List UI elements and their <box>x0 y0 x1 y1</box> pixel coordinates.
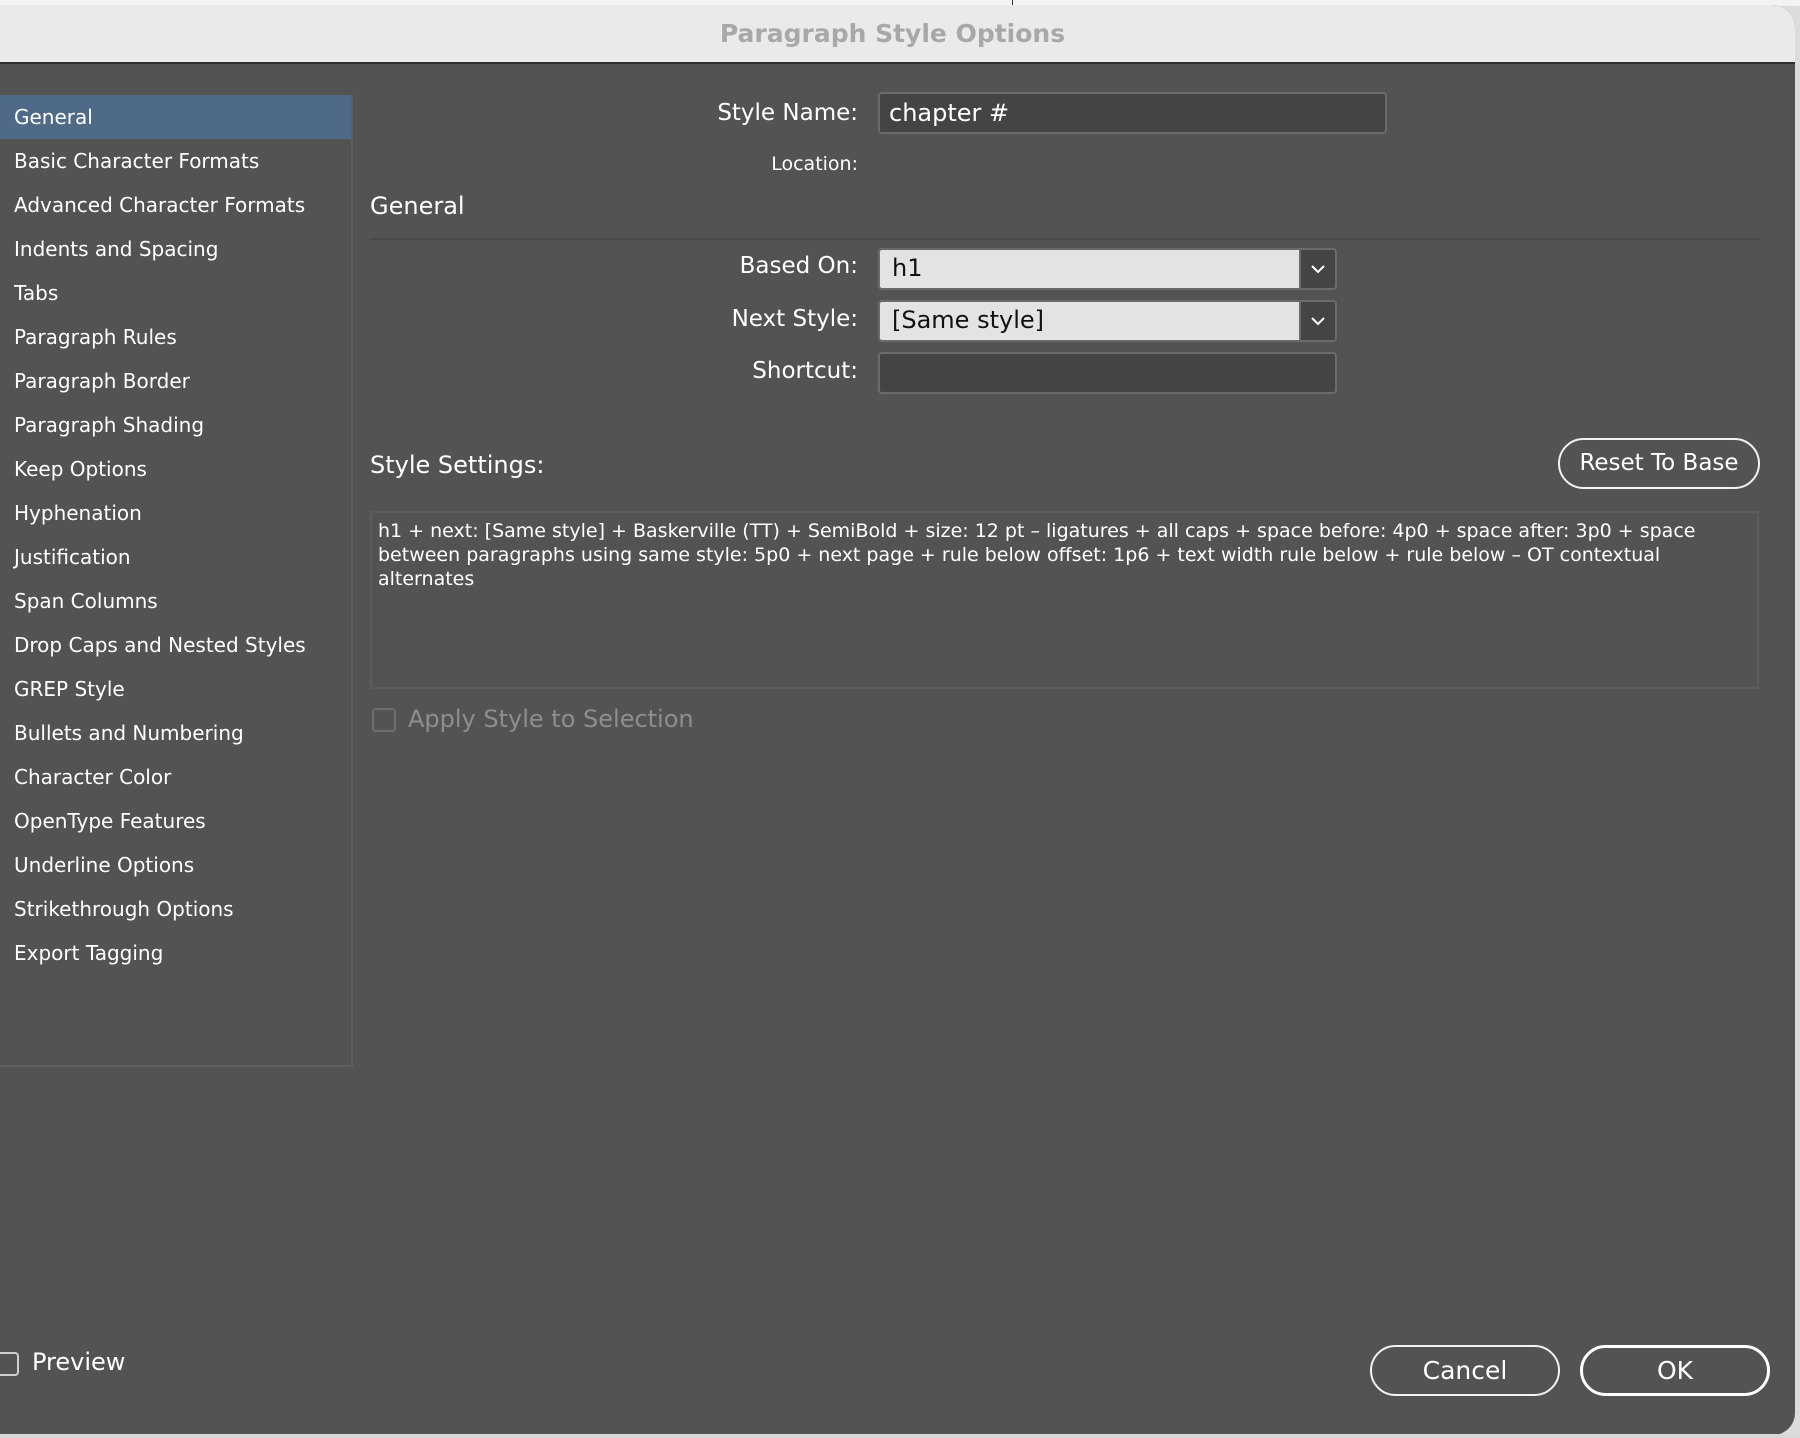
sidebar-item-keep-options[interactable]: Keep Options <box>0 447 351 491</box>
apply-style-label: Apply Style to Selection <box>408 705 694 733</box>
location-label: Location: <box>771 153 858 175</box>
section-divider <box>370 238 1760 240</box>
chevron-down-icon[interactable] <box>1299 250 1335 288</box>
sidebar-item-paragraph-rules[interactable]: Paragraph Rules <box>0 315 351 359</box>
preview-label: Preview <box>32 1348 126 1376</box>
based-on-select[interactable]: h1 <box>878 248 1337 290</box>
sidebar-item-character-color[interactable]: Character Color <box>0 755 351 799</box>
shortcut-input[interactable] <box>878 352 1337 394</box>
sidebar-item-strikethrough-options[interactable]: Strikethrough Options <box>0 887 351 931</box>
sidebar-item-hyphenation[interactable]: Hyphenation <box>0 491 351 535</box>
sidebar-item-tabs[interactable]: Tabs <box>0 271 351 315</box>
sidebar-item-paragraph-border[interactable]: Paragraph Border <box>0 359 351 403</box>
sidebar-item-advanced-character-formats[interactable]: Advanced Character Formats <box>0 183 351 227</box>
sidebar-item-opentype-features[interactable]: OpenType Features <box>0 799 351 843</box>
style-settings-label: Style Settings: <box>370 451 545 479</box>
style-name-label: Style Name: <box>717 100 858 126</box>
next-style-value: [Same style] <box>880 302 1299 340</box>
preview-checkbox[interactable] <box>0 1352 19 1376</box>
cancel-button[interactable]: Cancel <box>1370 1345 1560 1396</box>
sidebar-item-paragraph-shading[interactable]: Paragraph Shading <box>0 403 351 447</box>
sidebar-item-drop-caps-nested-styles[interactable]: Drop Caps and Nested Styles <box>0 623 351 667</box>
next-style-select[interactable]: [Same style] <box>878 300 1337 342</box>
based-on-value: h1 <box>880 250 1299 288</box>
sidebar-item-underline-options[interactable]: Underline Options <box>0 843 351 887</box>
style-settings-text: h1 + next: [Same style] + Baskerville (T… <box>370 511 1759 689</box>
next-style-label: Next Style: <box>731 306 858 332</box>
sidebar-item-basic-character-formats[interactable]: Basic Character Formats <box>0 139 351 183</box>
sidebar-item-justification[interactable]: Justification <box>0 535 351 579</box>
dialog-title: Paragraph Style Options <box>0 5 1795 64</box>
sidebar-item-general[interactable]: General <box>0 95 351 139</box>
sidebar-item-bullets-numbering[interactable]: Bullets and Numbering <box>0 711 351 755</box>
sidebar-item-span-columns[interactable]: Span Columns <box>0 579 351 623</box>
style-name-input[interactable]: chapter # <box>878 92 1387 134</box>
background-strip-bottom <box>0 1434 1800 1438</box>
reset-to-base-button[interactable]: Reset To Base <box>1558 438 1760 489</box>
sidebar-item-export-tagging[interactable]: Export Tagging <box>0 931 351 975</box>
paragraph-style-options-dialog: Paragraph Style Options General Basic Ch… <box>0 5 1795 1435</box>
sidebar-item-grep-style[interactable]: GREP Style <box>0 667 351 711</box>
shortcut-label: Shortcut: <box>752 358 858 384</box>
ok-button[interactable]: OK <box>1580 1345 1770 1396</box>
based-on-label: Based On: <box>739 253 858 279</box>
apply-style-checkbox[interactable] <box>372 708 396 732</box>
category-list: General Basic Character Formats Advanced… <box>0 95 353 1067</box>
sidebar-item-indents-and-spacing[interactable]: Indents and Spacing <box>0 227 351 271</box>
chevron-down-icon[interactable] <box>1299 302 1335 340</box>
section-title-general: General <box>370 192 465 220</box>
